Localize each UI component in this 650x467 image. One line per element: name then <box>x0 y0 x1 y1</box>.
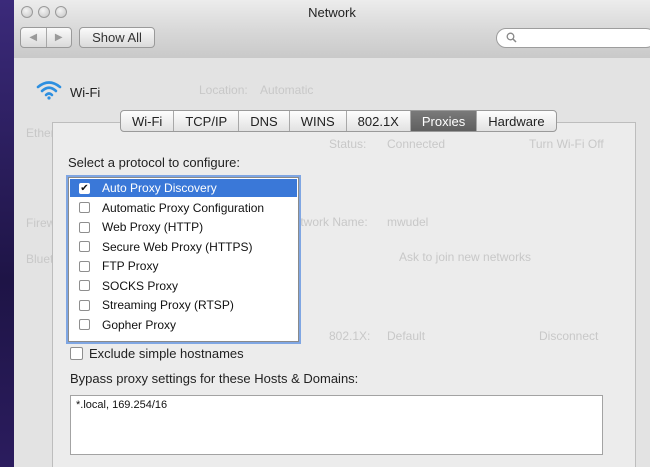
exclude-simple-hostnames[interactable]: Exclude simple hostnames <box>70 346 244 361</box>
checkbox-icon[interactable] <box>79 260 90 272</box>
protocol-automatic-proxy-configuration[interactable]: Automatic Proxy Configuration <box>69 198 298 218</box>
tab-bar: Wi-Fi TCP/IP DNS WINS 802.1X Proxies Har… <box>120 110 557 132</box>
auth-label: 802.1X: <box>329 329 371 343</box>
search-icon <box>506 32 517 46</box>
checkbox-icon[interactable] <box>79 280 90 292</box>
tab-tcpip[interactable]: TCP/IP <box>174 111 240 131</box>
tab-wins[interactable]: WINS <box>290 111 347 131</box>
wifi-icon <box>36 80 62 105</box>
tab-proxies[interactable]: Proxies <box>410 111 478 131</box>
search-input[interactable] <box>496 28 650 48</box>
protocol-auto-proxy-discovery[interactable]: ✔ Auto Proxy Discovery <box>70 179 297 197</box>
checkbox-icon[interactable] <box>79 202 90 214</box>
network-pane: Wi-Fi Location: Automatic Ethernet Firew… <box>14 58 650 467</box>
location-value: Automatic <box>260 83 314 97</box>
tab-8021x[interactable]: 802.1X <box>347 111 411 131</box>
window-title: Network <box>308 5 356 20</box>
status-value: Connected <box>387 137 446 151</box>
desktop-edge <box>0 0 14 467</box>
auth-value: Default <box>387 329 426 343</box>
back-arrow-icon[interactable]: ◀ <box>21 28 46 47</box>
nav-buttons: ◀ ▶ <box>20 27 72 48</box>
bypass-label: Bypass proxy settings for these Hosts & … <box>70 371 359 386</box>
bypass-hosts-field[interactable]: *.local, 169.254/16 <box>70 395 603 455</box>
ask-join-networks: Ask to join new networks <box>399 250 532 264</box>
turn-wifi-off-button: Turn Wi-Fi Off <box>529 137 604 151</box>
titlebar: Network ◀ ▶ Show All <box>14 0 650 59</box>
tab-wifi[interactable]: Wi-Fi <box>121 111 175 131</box>
protocol-gopher-proxy[interactable]: Gopher Proxy <box>69 315 298 335</box>
checkbox-icon[interactable] <box>70 347 83 360</box>
checkbox-checked-icon[interactable]: ✔ <box>79 182 90 194</box>
protocol-list[interactable]: ✔ Auto Proxy Discovery Automatic Proxy C… <box>68 177 299 342</box>
forward-arrow-icon[interactable]: ▶ <box>45 28 72 47</box>
protocol-secure-web-proxy[interactable]: Secure Web Proxy (HTTPS) <box>69 237 298 257</box>
service-header: Wi-Fi <box>36 80 100 105</box>
network-name-value: mwudel <box>387 215 429 229</box>
checkbox-icon[interactable] <box>79 319 90 331</box>
protocol-socks-proxy[interactable]: SOCKS Proxy <box>69 276 298 296</box>
protocol-web-proxy[interactable]: Web Proxy (HTTP) <box>69 218 298 238</box>
protocol-ftp-proxy[interactable]: FTP Proxy <box>69 257 298 277</box>
show-all-button[interactable]: Show All <box>79 27 155 48</box>
network-window: Network ◀ ▶ Show All Wi-Fi Location: Aut… <box>14 0 650 467</box>
tab-dns[interactable]: DNS <box>239 111 290 131</box>
checkbox-icon[interactable] <box>79 221 90 233</box>
location-label: Location: <box>199 83 248 97</box>
service-name: Wi-Fi <box>70 85 101 100</box>
checkbox-icon[interactable] <box>79 299 90 311</box>
tab-hardware[interactable]: Hardware <box>477 111 555 131</box>
checkbox-icon[interactable] <box>79 241 90 253</box>
disconnect-button: Disconnect <box>539 329 599 343</box>
protocol-prompt: Select a protocol to configure: <box>68 155 240 170</box>
protocol-streaming-proxy[interactable]: Streaming Proxy (RTSP) <box>69 296 298 316</box>
status-label: Status: <box>329 137 367 151</box>
